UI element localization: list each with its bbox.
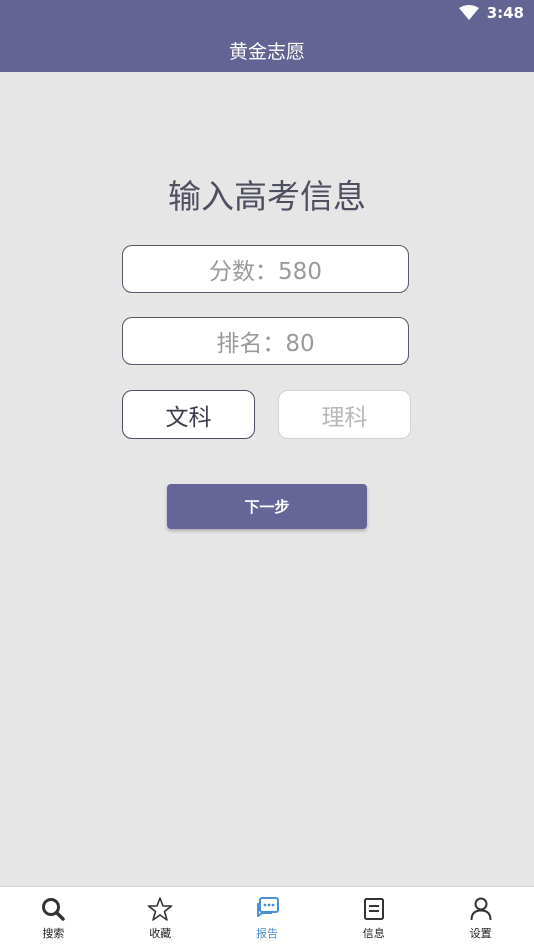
science-toggle[interactable]: 理科 [278,390,411,439]
status-indicators: 3:48 [458,4,524,22]
app-title: 黄金志愿 [228,40,305,63]
rank-input[interactable]: 排名：80 [122,317,409,365]
tab-info-label: 信息 [362,927,385,940]
tab-settings[interactable]: 设置 [427,887,534,949]
app-screen: 3:48 黄金志愿 输入高考信息 分数：580 排名：80 文科 理科 下一步 … [0,0,534,949]
bottom-tab-bar: 搜索 收藏 报告 信息 设置 [0,886,534,949]
liberal-arts-toggle[interactable]: 文科 [122,390,255,439]
tab-search-label: 搜索 [42,927,65,940]
form-heading: 输入高考信息 [168,177,366,216]
tab-report[interactable]: 报告 [214,887,321,949]
tab-search[interactable]: 搜索 [0,887,107,949]
status-bar: 3:48 [0,0,534,28]
person-icon [470,897,492,921]
tab-favorites[interactable]: 收藏 [107,887,214,949]
star-icon [147,897,173,921]
status-time: 3:48 [486,4,524,22]
tab-report-label: 报告 [255,927,278,940]
wifi-icon [458,5,479,20]
next-step-button[interactable]: 下一步 [167,484,367,529]
search-icon [42,898,66,921]
score-input[interactable]: 分数：580 [122,245,409,293]
tab-info[interactable]: 信息 [320,887,427,949]
document-icon [363,898,384,920]
tab-favorites-label: 收藏 [149,927,172,940]
report-chat-icon [256,897,279,917]
app-bar: 黄金志愿 [0,28,534,72]
tab-settings-label: 设置 [469,927,492,940]
